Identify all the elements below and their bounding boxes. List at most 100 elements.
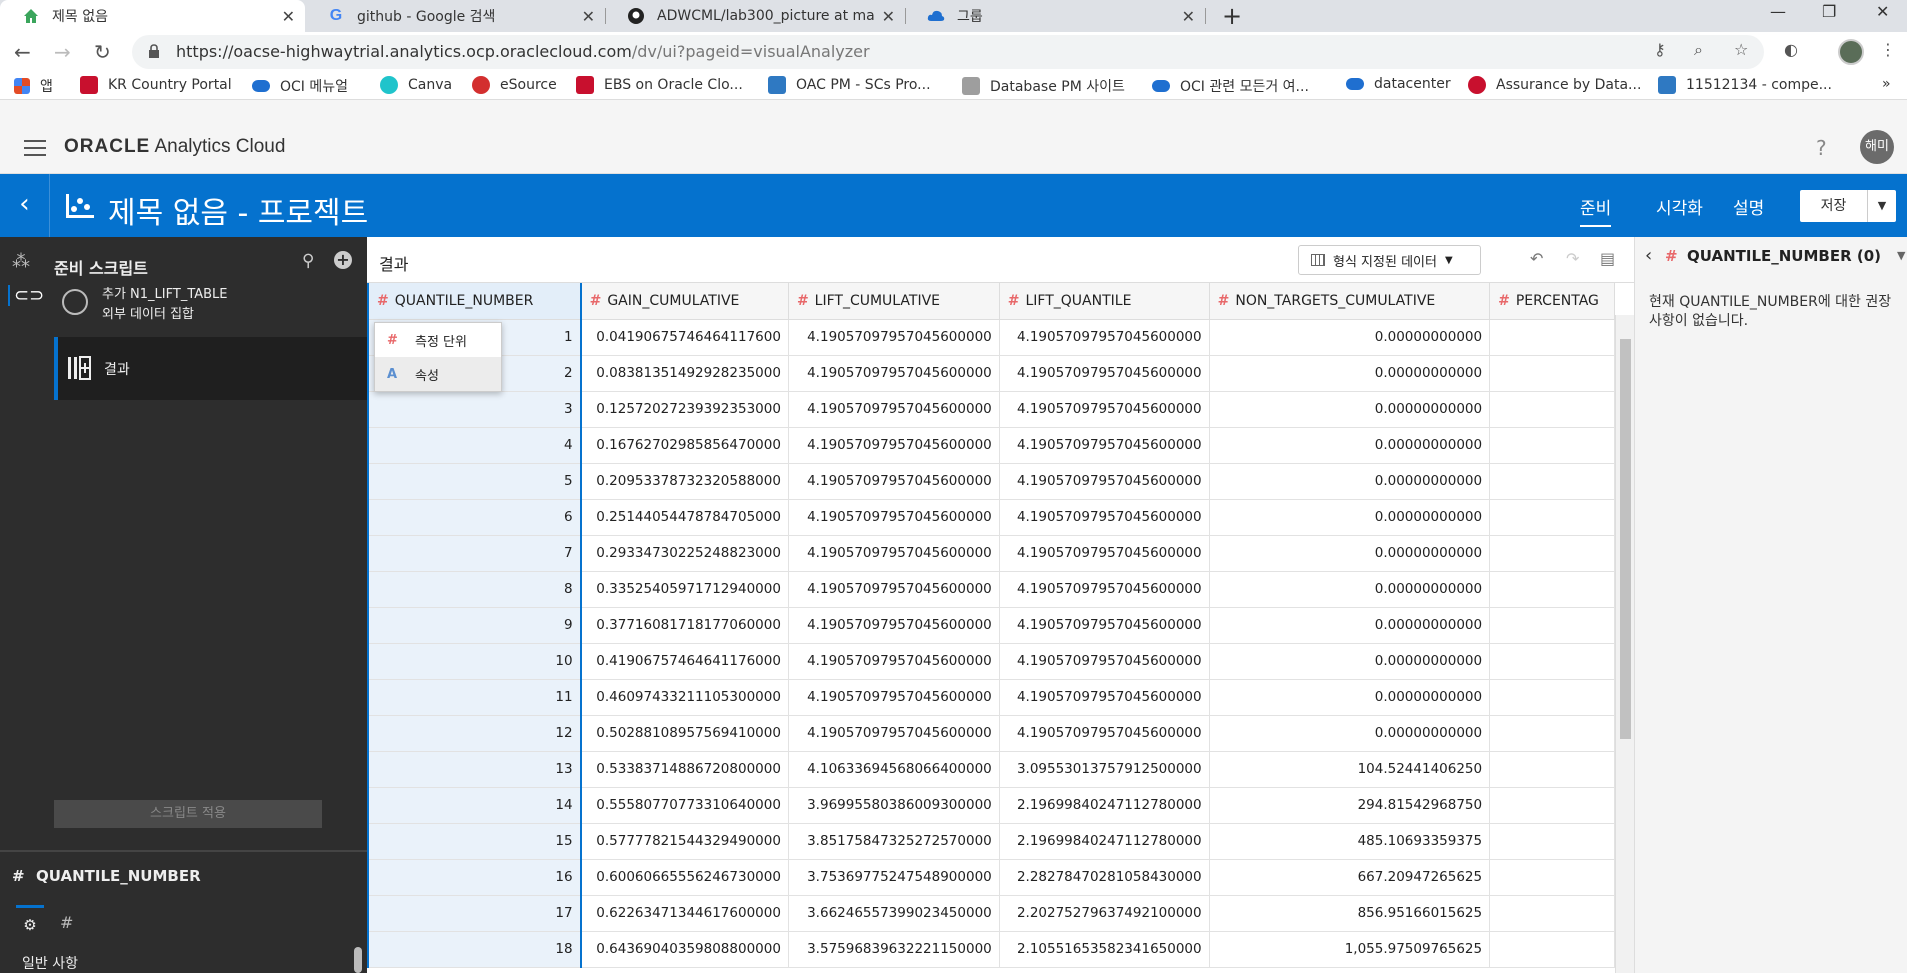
table-cell[interactable] — [1489, 859, 1615, 896]
table-cell[interactable]: 2.19699840247112780000 — [999, 787, 1210, 824]
table-cell[interactable]: 0.37716081718177060000 — [580, 607, 789, 644]
table-cell[interactable]: 4.19057097957045600000 — [788, 607, 1000, 644]
table-cell[interactable]: 2.28278470281058430000 — [999, 859, 1210, 896]
number-format-icon[interactable]: # — [60, 913, 73, 932]
close-tab-icon[interactable]: ✕ — [1182, 7, 1195, 26]
bookmarks-overflow-icon[interactable]: » — [1882, 76, 1891, 92]
table-cell[interactable]: 12 — [367, 715, 582, 752]
table-cell[interactable]: 4.19057097957045600000 — [999, 607, 1210, 644]
forward-icon[interactable]: → — [54, 40, 71, 64]
script-step-results[interactable]: 결과 — [54, 337, 367, 400]
column-header[interactable]: # LIFT_QUANTILE — [999, 283, 1210, 320]
table-cell[interactable]: 4 — [367, 427, 582, 464]
table-cell[interactable]: 0.33525405971712940000 — [580, 571, 789, 608]
table-cell[interactable]: 4.19057097957045600000 — [999, 427, 1210, 464]
table-cell[interactable]: 0.57777821544329490000 — [580, 823, 789, 860]
table-cell[interactable]: 3.75369775247548900000 — [788, 859, 1000, 896]
table-cell[interactable]: 4.19057097957045600000 — [788, 391, 1000, 428]
table-cell[interactable]: 0.16762702985856470000 — [580, 427, 789, 464]
column-header[interactable]: # GAIN_CUMULATIVE — [580, 283, 789, 320]
table-cell[interactable]: 485.10693359375 — [1209, 823, 1491, 860]
script-icon[interactable]: ⊂⊃ — [8, 285, 44, 306]
table-cell[interactable]: 10 — [367, 643, 582, 680]
table-cell[interactable] — [1489, 823, 1615, 860]
table-cell[interactable]: 4.10633694568066400000 — [788, 751, 1000, 788]
table-cell[interactable] — [1489, 715, 1615, 752]
table-cell[interactable]: 0.00000000000 — [1209, 679, 1491, 716]
table-cell[interactable]: 4.19057097957045600000 — [999, 643, 1210, 680]
table-cell[interactable]: 4.19057097957045600000 — [999, 715, 1210, 752]
data-elements-icon[interactable]: ⁂ — [12, 251, 30, 272]
bookmark-item[interactable]: Assurance by Data... — [1468, 76, 1641, 94]
table-cell[interactable]: 17 — [367, 895, 582, 932]
redo-icon[interactable]: ↷ — [1566, 249, 1579, 268]
reload-icon[interactable]: ↻ — [94, 40, 111, 64]
table-cell[interactable]: 0.00000000000 — [1209, 607, 1491, 644]
browser-tab-active[interactable]: 제목 없음 ✕ — [0, 0, 305, 32]
table-cell[interactable]: 0.08381351492928235000 — [580, 355, 789, 392]
table-cell[interactable]: 0.55580770773310640000 — [580, 787, 789, 824]
table-cell[interactable]: 856.95166015625 — [1209, 895, 1491, 932]
table-cell[interactable]: 4.19057097957045600000 — [788, 535, 1000, 572]
chevron-down-icon[interactable]: ▼ — [1897, 249, 1905, 262]
extension-icon[interactable]: ◐ — [1784, 40, 1798, 59]
table-cell[interactable]: 9 — [367, 607, 582, 644]
table-cell[interactable] — [1489, 751, 1615, 788]
general-settings-icon[interactable]: ⚙ — [16, 905, 44, 941]
table-cell[interactable]: 4.19057097957045600000 — [999, 355, 1210, 392]
table-cell[interactable] — [1489, 787, 1615, 824]
table-cell[interactable]: 4.19057097957045600000 — [999, 535, 1210, 572]
table-cell[interactable]: 18 — [367, 931, 582, 968]
table-cell[interactable] — [1489, 319, 1615, 356]
browser-tab[interactable]: 그룹 ✕ — [905, 0, 1205, 32]
table-cell[interactable]: 0.29334730225248823000 — [580, 535, 789, 572]
table-cell[interactable]: 4.19057097957045600000 — [999, 463, 1210, 500]
table-cell[interactable]: 0.00000000000 — [1209, 463, 1491, 500]
bookmark-item[interactable]: datacenter — [1346, 76, 1451, 92]
table-cell[interactable]: 4.19057097957045600000 — [788, 499, 1000, 536]
table-cell[interactable]: 4.19057097957045600000 — [788, 355, 1000, 392]
new-tab-button[interactable]: + — [1222, 2, 1242, 30]
table-cell[interactable]: 0.00000000000 — [1209, 499, 1491, 536]
table-cell[interactable] — [1489, 643, 1615, 680]
table-cell[interactable]: 0.00000000000 — [1209, 715, 1491, 752]
table-cell[interactable]: 2.19699840247112780000 — [999, 823, 1210, 860]
table-cell[interactable]: 1,055.97509765625 — [1209, 931, 1491, 968]
table-cell[interactable]: 667.20947265625 — [1209, 859, 1491, 896]
add-step-icon[interactable]: + — [334, 251, 352, 269]
maximize-icon[interactable]: ❐ — [1822, 2, 1836, 21]
table-cell[interactable] — [1489, 607, 1615, 644]
table-cell[interactable]: 2.10551653582341650000 — [999, 931, 1210, 968]
chrome-menu-icon[interactable]: ⋮ — [1880, 40, 1896, 59]
bookmark-item[interactable]: eSource — [472, 76, 557, 94]
formatted-data-dropdown[interactable]: 형식 지정된 데이터 ▼ — [1298, 245, 1481, 275]
tab-prepare[interactable]: 준비 — [1580, 194, 1612, 227]
menu-item-measure[interactable]: # 측정 단위 — [375, 323, 501, 357]
back-chevron-icon[interactable]: ‹ — [0, 174, 50, 237]
table-cell[interactable]: 11 — [367, 679, 582, 716]
table-cell[interactable]: 8 — [367, 571, 582, 608]
table-cell[interactable]: 294.81542968750 — [1209, 787, 1491, 824]
column-header[interactable]: # QUANTILE_NUMBER — [367, 283, 582, 320]
table-cell[interactable]: 4.19057097957045600000 — [788, 679, 1000, 716]
undo-icon[interactable]: ↶ — [1530, 249, 1543, 268]
column-header[interactable]: # NON_TARGETS_CUMULATIVE — [1209, 283, 1491, 320]
back-icon[interactable]: ← — [14, 40, 31, 64]
table-cell[interactable]: 0.00000000000 — [1209, 571, 1491, 608]
table-cell[interactable]: 0.00000000000 — [1209, 319, 1491, 356]
bookmark-item[interactable]: OAC PM - SCs Pro... — [768, 76, 931, 94]
table-cell[interactable]: 16 — [367, 859, 582, 896]
bookmark-item[interactable]: OCI 관련 모든거 여... — [1152, 76, 1309, 96]
table-cell[interactable]: 6 — [367, 499, 582, 536]
table-cell[interactable]: 0.53383714886720800000 — [580, 751, 789, 788]
panel-scrollbar[interactable] — [354, 947, 362, 973]
data-view-icon[interactable]: ▤ — [1600, 249, 1615, 268]
table-cell[interactable]: 7 — [367, 535, 582, 572]
table-cell[interactable]: 3.66246557399023450000 — [788, 895, 1000, 932]
tab-visualize[interactable]: 시각화 — [1656, 194, 1703, 219]
bookmark-item[interactable]: KR Country Portal — [80, 76, 232, 94]
table-cell[interactable]: 4.19057097957045600000 — [999, 571, 1210, 608]
bookmark-item[interactable]: 11512134 - compe... — [1658, 76, 1832, 94]
table-cell[interactable]: 0.00000000000 — [1209, 643, 1491, 680]
zoom-icon[interactable]: ⌕ — [1694, 40, 1703, 60]
